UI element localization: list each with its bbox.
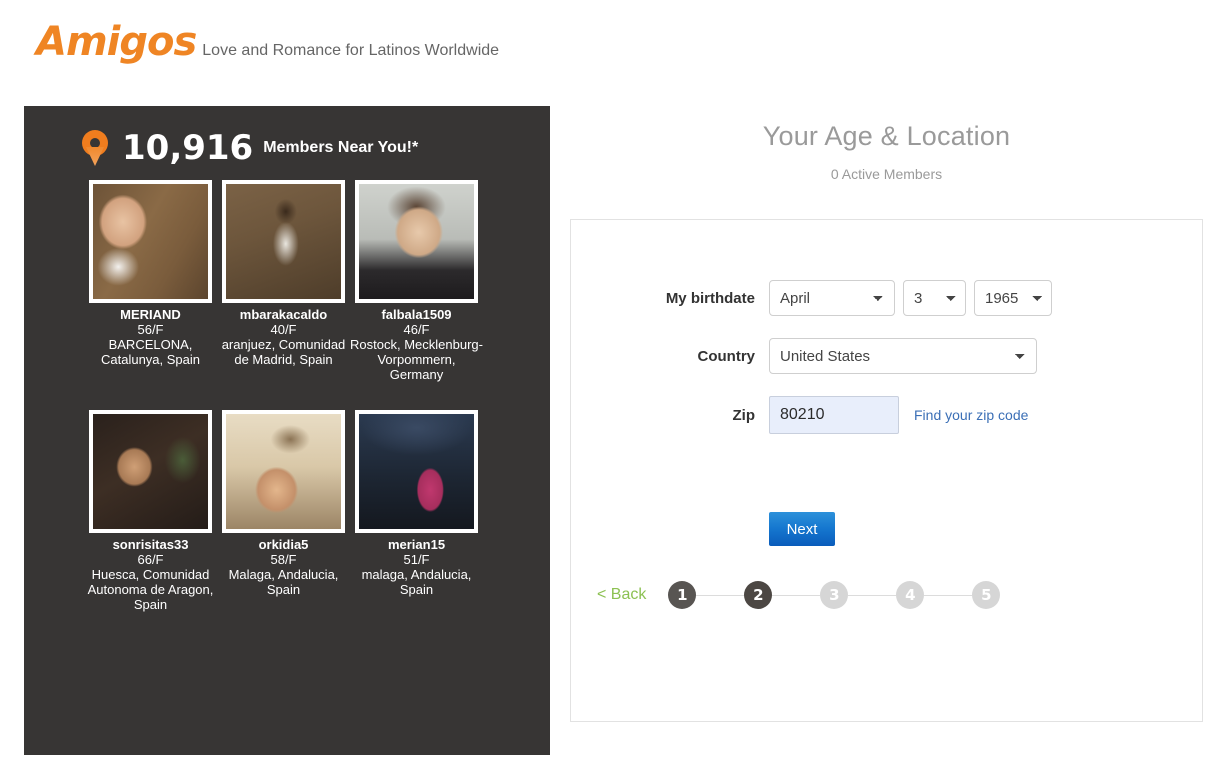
member-card[interactable]: falbala1509 46/F Rostock, Mecklenburg-Vo…: [350, 180, 483, 382]
step-2[interactable]: 2: [744, 581, 773, 609]
birth-day-select[interactable]: 3: [903, 280, 966, 316]
member-location: Malaga, Andalucia, Spain: [228, 567, 339, 597]
member-age: 66/F: [137, 552, 164, 567]
country-select[interactable]: United States: [769, 338, 1037, 374]
signup-card: My birthdate April 3 1965 Country United…: [570, 219, 1203, 722]
member-photo[interactable]: [222, 180, 345, 303]
member-count: 10,916: [122, 128, 254, 168]
birthdate-row: My birthdate April 3 1965: [571, 280, 1202, 316]
page-header: Amigos Love and Romance for Latinos Worl…: [0, 0, 1227, 100]
member-row: sonrisitas33 66/F Huesca, Comunidad Auto…: [84, 410, 550, 612]
member-age: 56/F: [137, 322, 164, 337]
brand[interactable]: Amigos Love and Romance for Latinos Worl…: [36, 22, 499, 62]
member-card[interactable]: mbarakacaldo 40/F aranjuez, Comunidad de…: [217, 180, 350, 382]
member-name: merian15: [387, 537, 446, 552]
member-name: orkidia5: [258, 537, 309, 552]
active-members-subtitle: 0 Active Members: [830, 166, 943, 182]
member-card[interactable]: MERIAND 56/F BARCELONA, Catalunya, Spain: [84, 180, 217, 382]
signup-form: My birthdate April 3 1965 Country United…: [571, 220, 1202, 609]
next-button-wrap: Next: [571, 512, 1202, 546]
step-indicator: < Back 1 2 3 4 5: [571, 581, 1202, 609]
back-link[interactable]: < Back: [597, 586, 646, 604]
members-near-you-panel: 10,916 Members Near You!* MERIAND 56/F B…: [24, 106, 550, 755]
member-age: 58/F: [270, 552, 297, 567]
member-grid: MERIAND 56/F BARCELONA, Catalunya, Spain…: [24, 166, 550, 612]
member-name: mbarakacaldo: [239, 307, 328, 322]
step-1[interactable]: 1: [668, 581, 697, 609]
birth-year-select[interactable]: 1965: [974, 280, 1052, 316]
step-4[interactable]: 4: [896, 581, 925, 609]
member-row: MERIAND 56/F BARCELONA, Catalunya, Spain…: [84, 180, 550, 382]
member-card[interactable]: orkidia5 58/F Malaga, Andalucia, Spain: [217, 410, 350, 612]
member-age: 46/F: [403, 322, 430, 337]
member-photo[interactable]: [89, 410, 212, 533]
member-count-label: Members Near You!*: [263, 139, 419, 156]
step-connector: [772, 594, 821, 596]
member-count-header: 10,916 Members Near You!*: [24, 106, 550, 166]
find-zip-code-link[interactable]: Find your zip code: [914, 407, 1028, 423]
member-card[interactable]: sonrisitas33 66/F Huesca, Comunidad Auto…: [84, 410, 217, 612]
member-location: Huesca, Comunidad Autonoma de Aragon, Sp…: [87, 567, 214, 612]
birth-month-select[interactable]: April: [769, 280, 895, 316]
step-connector: [924, 594, 973, 596]
member-photo[interactable]: [355, 410, 478, 533]
member-name: sonrisitas33: [112, 537, 189, 552]
member-location: aranjuez, Comunidad de Madrid, Spain: [221, 337, 346, 367]
zip-input[interactable]: [769, 396, 899, 434]
country-label: Country: [697, 347, 756, 365]
member-photo[interactable]: [222, 410, 345, 533]
member-card[interactable]: merian15 51/F malaga, Andalucia, Spain: [350, 410, 483, 612]
brand-tagline: Love and Romance for Latinos Worldwide: [202, 42, 500, 59]
member-location: Rostock, Mecklenburg-Vorpommern, Germany: [350, 337, 483, 382]
country-row: Country United States: [571, 338, 1202, 374]
member-age: 51/F: [403, 552, 430, 567]
zip-label: Zip: [732, 406, 756, 424]
member-name: MERIAND: [120, 307, 181, 322]
next-button[interactable]: Next: [769, 512, 835, 546]
member-photo[interactable]: [355, 180, 478, 303]
member-photo[interactable]: [89, 180, 212, 303]
zip-row: Zip Find your zip code: [571, 396, 1202, 434]
step-connector: [848, 594, 897, 596]
member-location: malaga, Andalucia, Spain: [361, 567, 472, 597]
amigos-logo[interactable]: Amigos: [36, 22, 197, 62]
member-name: falbala1509: [381, 307, 452, 322]
signup-column: Your Age & Location 0 Active Members My …: [570, 106, 1203, 722]
member-location: BARCELONA, Catalunya, Spain: [100, 337, 200, 367]
step-3[interactable]: 3: [820, 581, 849, 609]
page-title: Your Age & Location: [762, 121, 1011, 151]
member-age: 40/F: [270, 322, 297, 337]
birthdate-label: My birthdate: [665, 289, 755, 307]
step-5[interactable]: 5: [972, 581, 1001, 609]
step-connector: [696, 594, 745, 596]
map-pin-icon: [82, 130, 108, 166]
